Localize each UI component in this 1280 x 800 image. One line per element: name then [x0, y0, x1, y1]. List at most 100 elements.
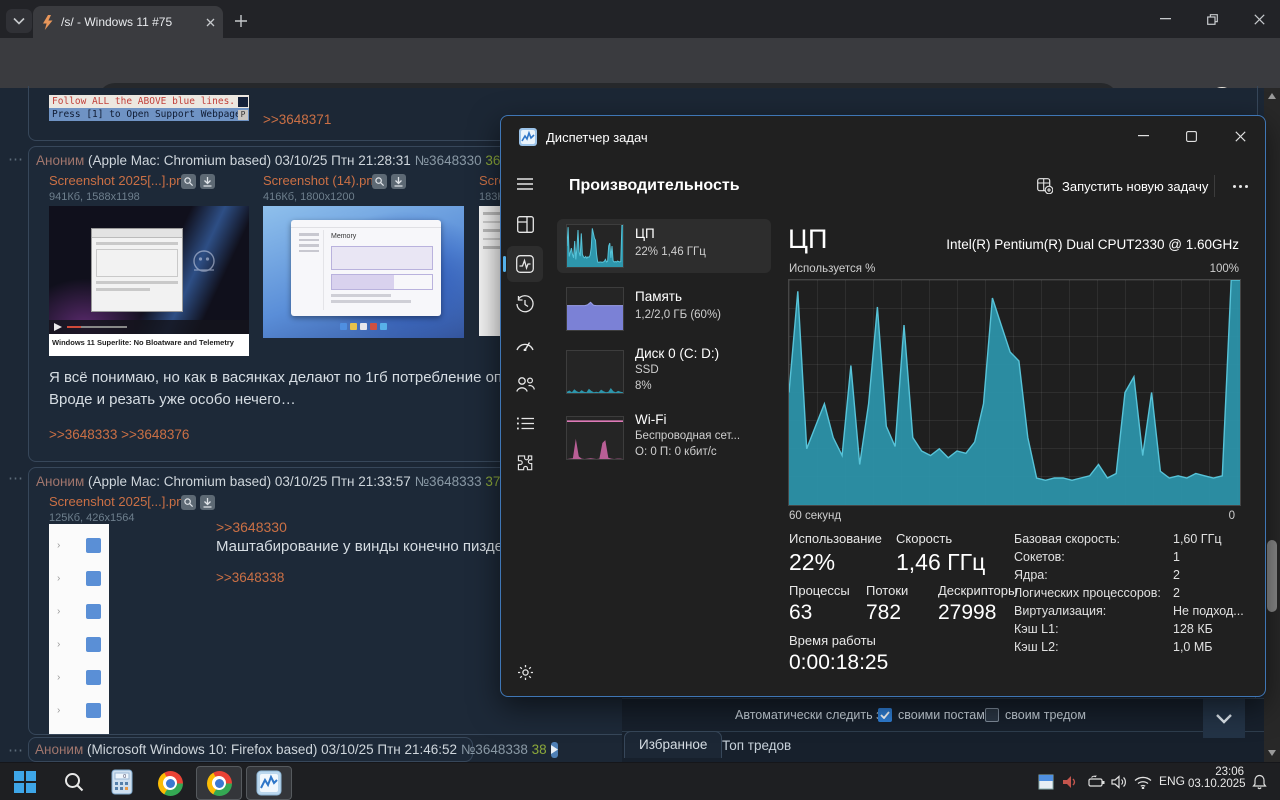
post-agent: (Apple Mac: Chromium based): [88, 153, 272, 168]
tm-minimize-button[interactable]: [1121, 116, 1165, 156]
taskbar-chrome-active-button[interactable]: [196, 766, 242, 800]
tray-clock[interactable]: 23:06 03.10.2025: [1188, 766, 1246, 798]
scroll-up-arrow[interactable]: [1268, 93, 1276, 99]
perf-item-sub: 1,2/2,0 ГБ (60%): [635, 309, 722, 321]
ghost-logo: [193, 250, 215, 272]
expand-post-button[interactable]: [550, 741, 558, 758]
magnifier-icon: [184, 498, 193, 507]
post-menu-dots[interactable]: ⋯: [8, 741, 24, 759]
perf-item-memory[interactable]: Память 1,2/2,0 ГБ (60%): [557, 281, 771, 337]
post-menu-dots[interactable]: ⋯: [8, 150, 24, 168]
attachment-thumbnail[interactable]: Memory: [263, 206, 464, 338]
tab-top-threads[interactable]: Топ тредов: [712, 735, 801, 757]
window-maximize-button[interactable]: [1192, 0, 1232, 38]
checkbox-own-thread[interactable]: [985, 708, 999, 722]
post-number[interactable]: №3648330: [415, 153, 482, 168]
tray-app-icon[interactable]: [1036, 772, 1056, 792]
file-download-button[interactable]: [200, 174, 215, 189]
tm-nav-details[interactable]: [511, 409, 539, 437]
tray-wifi-icon[interactable]: [1132, 772, 1154, 792]
tm-nav-app-history[interactable]: [511, 290, 539, 318]
tm-nav-services[interactable]: [511, 449, 539, 477]
window-minimize-button[interactable]: [1145, 0, 1185, 38]
taskbar: 0 ENG 23:06 03.10.2025: [0, 762, 1280, 800]
stat-value: 1,60 ГГц: [1173, 532, 1222, 546]
perf-item-disk[interactable]: Диск 0 (C: D:) SSD 8%: [557, 343, 771, 401]
post-replies[interactable]: >>3648333 >>3648376: [49, 427, 189, 442]
tm-page-title: Производительность: [569, 177, 740, 194]
file-download-button[interactable]: [200, 495, 215, 510]
post-datetime: 03/10/25 Птн 21:33:57: [274, 474, 411, 489]
scroll-down-arrow[interactable]: [1268, 750, 1276, 756]
checkbox-own-posts-label[interactable]: своими постами: [898, 708, 992, 722]
attachment-thumbnail[interactable]: › › › › › ›: [49, 524, 109, 734]
wifi-icon: [1134, 776, 1152, 789]
file-search-button[interactable]: [181, 174, 196, 189]
file-search-button[interactable]: [372, 174, 387, 189]
chrome-icon: [206, 770, 232, 796]
post-number[interactable]: №3648333: [415, 474, 482, 489]
hamburger-icon: [517, 178, 533, 190]
tm-maximize-button[interactable]: [1169, 116, 1213, 156]
window-app-icon: [1038, 774, 1054, 790]
file-search-button[interactable]: [181, 495, 196, 510]
post-ordinal[interactable]: 38: [532, 742, 547, 757]
reply-link[interactable]: >>3648338: [216, 570, 284, 585]
header-divider: [1214, 175, 1215, 197]
quote-link[interactable]: >>3648330: [216, 519, 287, 535]
window-title: Диспетчер задач: [546, 130, 648, 145]
scroll-to-bottom-button[interactable]: [1203, 699, 1245, 738]
tm-nav-performance-selected[interactable]: [503, 246, 543, 282]
tm-nav-startup-apps[interactable]: [511, 330, 539, 358]
tray-volume-mixer-icon[interactable]: [1060, 772, 1080, 792]
reply-link[interactable]: >>3648371: [263, 112, 331, 127]
tm-nav-menu-button[interactable]: [511, 170, 539, 198]
taskbar-taskmgr-active-button[interactable]: [246, 766, 292, 800]
file-link[interactable]: Screenshot 2025[...].png: [49, 173, 191, 188]
taskbar-search-button[interactable]: [60, 768, 88, 796]
tab-search-button[interactable]: [6, 9, 32, 33]
post-menu-dots[interactable]: ⋯: [8, 469, 24, 487]
tm-more-options-button[interactable]: [1223, 175, 1257, 197]
post-ordinal[interactable]: 36: [485, 153, 500, 168]
tm-close-button[interactable]: [1217, 116, 1263, 156]
post-body-line: Маштабирование у винды конечно пизде: [216, 538, 504, 555]
tm-settings-button[interactable]: [511, 658, 539, 686]
perf-item-sub: Беспроводная сет...: [635, 430, 741, 442]
browser-tab-active[interactable]: /s/ - Windows 11 #75: [33, 6, 223, 38]
checkbox-own-posts[interactable]: [878, 708, 892, 722]
scrollbar-thumb[interactable]: [1267, 540, 1277, 612]
video-frame: [49, 206, 249, 334]
post-number[interactable]: №3648338: [461, 742, 528, 757]
start-button[interactable]: [12, 770, 38, 794]
attachment-thumbnail[interactable]: Windows 11 Superlite: No Bloatware and T…: [49, 206, 249, 356]
tab-close-icon[interactable]: [206, 18, 215, 27]
scrollbar[interactable]: [1264, 88, 1280, 762]
minimize-icon: [1137, 135, 1149, 137]
checkbox-own-thread-label[interactable]: своим тредом: [1005, 708, 1086, 722]
post-author: Аноним: [36, 153, 85, 168]
tray-volume-icon[interactable]: [1108, 772, 1130, 792]
post-datetime: 03/10/25 Птн 21:46:52: [321, 742, 458, 757]
processes-icon: [516, 215, 534, 233]
stat-label: Дескрипторы: [938, 583, 1018, 598]
file-link[interactable]: Screenshot 2025[...].png: [49, 494, 191, 509]
taskbar-calculator-button[interactable]: 0: [108, 768, 136, 796]
notification-bell-button[interactable]: [1248, 771, 1270, 793]
perf-item-wifi[interactable]: Wi-Fi Беспроводная сет... О: 0 П: 0 кбит…: [557, 409, 771, 467]
window-close-button[interactable]: [1238, 0, 1280, 38]
tray-battery-icon[interactable]: [1084, 772, 1106, 792]
new-tab-button[interactable]: [229, 9, 253, 33]
run-new-task-button[interactable]: Запустить новую задачу: [1037, 173, 1208, 199]
tray-language[interactable]: ENG: [1159, 774, 1185, 788]
tab-favorites[interactable]: Избранное: [624, 731, 723, 758]
file-link[interactable]: Screenshot (14).png: [263, 173, 381, 188]
tm-nav-users[interactable]: [511, 370, 539, 398]
perf-item-cpu-selected[interactable]: ЦП 22% 1,46 ГГц: [557, 219, 771, 273]
post-ordinal[interactable]: 37: [485, 474, 500, 489]
taskbar-chrome-button[interactable]: [156, 769, 184, 797]
post-header: Аноним (Apple Mac: Chromium based) 03/10…: [36, 153, 500, 168]
file-download-button[interactable]: [391, 174, 406, 189]
close-icon: [1253, 13, 1265, 25]
tm-nav-processes[interactable]: [511, 210, 539, 238]
